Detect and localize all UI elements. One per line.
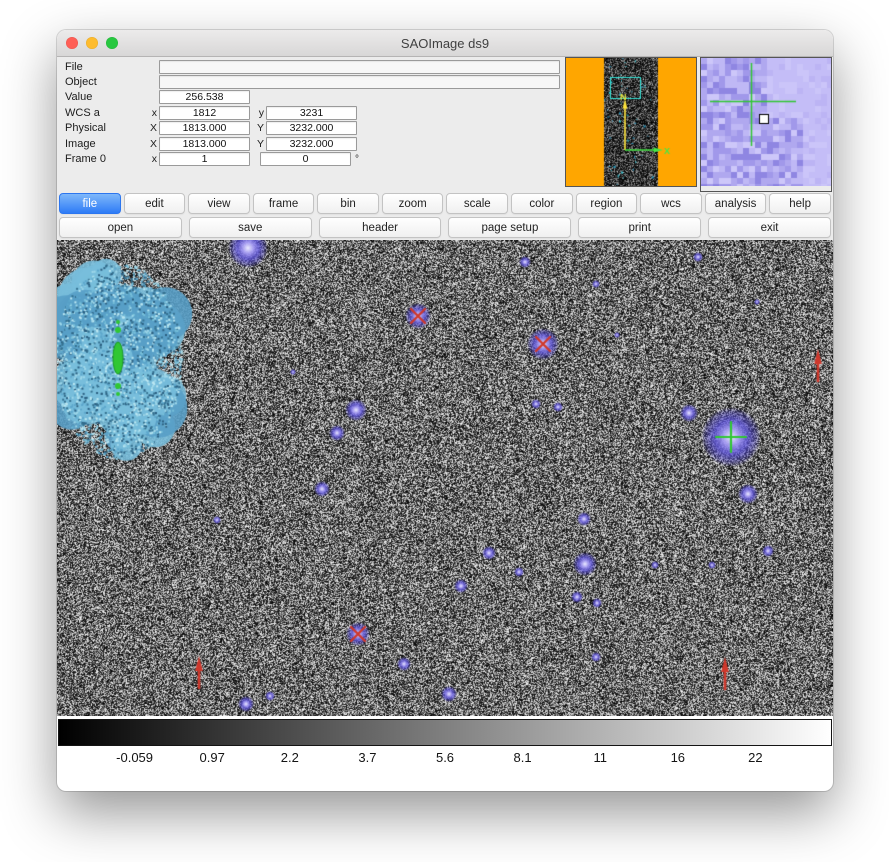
- wcs-y-field[interactable]: [266, 106, 357, 120]
- magnifier-canvas: [701, 58, 831, 186]
- menu-zoom-button[interactable]: zoom: [382, 193, 444, 214]
- menu-bin-button[interactable]: bin: [317, 193, 379, 214]
- object-row: Object: [65, 74, 565, 89]
- colorbar-tick: 0.97: [200, 750, 225, 765]
- colorbar-tick: 11: [593, 750, 607, 765]
- window-title: SAOImage ds9: [57, 36, 833, 51]
- physical-x-field[interactable]: [159, 121, 250, 135]
- wcs-y-label: y: [250, 107, 266, 119]
- colorbar-tick: 16: [671, 750, 685, 765]
- frame-rotation-field[interactable]: [260, 152, 351, 166]
- image-y-field[interactable]: [266, 137, 357, 151]
- exit-button[interactable]: exit: [708, 217, 831, 238]
- file-submenu-bar: open save header page setup print exit: [59, 217, 831, 238]
- image-x-field[interactable]: [159, 137, 250, 151]
- minimize-button[interactable]: [86, 37, 98, 49]
- menu-scale-button[interactable]: scale: [446, 193, 508, 214]
- colorbar-tick: 8.1: [514, 750, 532, 765]
- value-row: Value: [65, 90, 565, 105]
- header-button[interactable]: header: [319, 217, 442, 238]
- open-button[interactable]: open: [59, 217, 182, 238]
- frame-label: Frame 0: [65, 153, 143, 165]
- value-field[interactable]: [159, 90, 250, 104]
- frame-zoom-field[interactable]: [159, 152, 250, 166]
- wcs-label: WCS a: [65, 107, 143, 119]
- degree-symbol: °: [355, 154, 359, 165]
- wcs-x-field[interactable]: [159, 106, 250, 120]
- file-label: File: [65, 61, 143, 73]
- save-button[interactable]: save: [189, 217, 312, 238]
- image-y-label: Y: [250, 138, 266, 150]
- page-setup-button[interactable]: page setup: [448, 217, 571, 238]
- object-field[interactable]: [159, 75, 560, 89]
- menu-file-button[interactable]: file: [59, 193, 121, 214]
- ds9-window: SAOImage ds9 File Object Value WCS a x y…: [57, 30, 833, 791]
- menu-color-button[interactable]: color: [511, 193, 573, 214]
- menu-region-button[interactable]: region: [576, 193, 638, 214]
- menu-wcs-button[interactable]: wcs: [640, 193, 702, 214]
- main-image-canvas[interactable]: [57, 240, 833, 716]
- file-row: File: [65, 59, 565, 74]
- physical-label: Physical: [65, 122, 143, 134]
- panner-canvas[interactable]: [566, 58, 696, 186]
- panner[interactable]: [565, 57, 697, 187]
- wcs-row: WCS a x y: [65, 105, 565, 120]
- menubar: file edit view frame bin zoom scale colo…: [59, 193, 831, 214]
- menu-analysis-button[interactable]: analysis: [705, 193, 767, 214]
- object-label: Object: [65, 76, 143, 88]
- colorbar-tick: 3.7: [358, 750, 376, 765]
- magnifier: [700, 57, 832, 192]
- colorbar[interactable]: [58, 719, 832, 746]
- image-label: Image: [65, 138, 143, 150]
- frame-zoom-label: x: [143, 153, 159, 165]
- colorbar-ticks: -0.059 0.97 2.2 3.7 5.6 8.1 11 16 22: [57, 750, 833, 772]
- close-button[interactable]: [66, 37, 78, 49]
- menu-help-button[interactable]: help: [769, 193, 831, 214]
- physical-x-label: X: [143, 122, 159, 134]
- colorbar-tick: 5.6: [436, 750, 454, 765]
- print-button[interactable]: print: [578, 217, 701, 238]
- colorbar-tick: 2.2: [281, 750, 299, 765]
- frame-row: Frame 0 x °: [65, 151, 565, 166]
- menu-edit-button[interactable]: edit: [124, 193, 186, 214]
- colorbar-tick: -0.059: [116, 750, 153, 765]
- titlebar[interactable]: SAOImage ds9: [57, 30, 833, 57]
- zoom-window-button[interactable]: [106, 37, 118, 49]
- wcs-x-label: x: [143, 107, 159, 119]
- menu-view-button[interactable]: view: [188, 193, 250, 214]
- value-label: Value: [65, 91, 143, 103]
- image-row: Image X Y: [65, 136, 565, 151]
- image-x-label: X: [143, 138, 159, 150]
- file-field[interactable]: [159, 60, 560, 74]
- physical-row: Physical X Y: [65, 121, 565, 136]
- info-panel: File Object Value WCS a x y Physical X Y: [65, 59, 565, 167]
- physical-y-field[interactable]: [266, 121, 357, 135]
- colorbar-tick: 22: [748, 750, 762, 765]
- physical-y-label: Y: [250, 122, 266, 134]
- traffic-lights: [66, 37, 126, 49]
- menu-frame-button[interactable]: frame: [253, 193, 315, 214]
